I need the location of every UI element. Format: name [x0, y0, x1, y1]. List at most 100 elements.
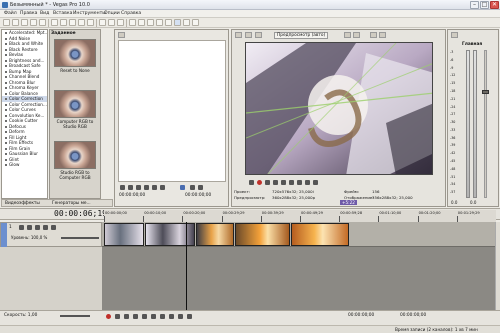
menu-help[interactable]: Справка [121, 11, 141, 16]
solo-icon[interactable] [51, 225, 56, 230]
preset-thumb-computer-to-studio[interactable] [54, 90, 96, 118]
next-frame-icon[interactable] [313, 180, 318, 185]
lock-envelopes-icon[interactable] [147, 19, 154, 26]
transport-play-from-start-icon[interactable] [124, 314, 129, 319]
zoom-tool-icon[interactable] [183, 19, 190, 26]
marker-flag[interactable]: +5:22 [340, 200, 357, 205]
next-frame-icon[interactable] [160, 185, 165, 190]
trimmer-canvas[interactable] [118, 40, 226, 182]
overlays-icon[interactable] [344, 32, 351, 38]
stop-icon[interactable] [144, 185, 149, 190]
prev-frame-icon[interactable] [305, 180, 310, 185]
envelope-tool-icon[interactable] [165, 19, 172, 26]
go-to-start-icon[interactable] [289, 180, 294, 185]
preset-thumb-studio-to-computer[interactable] [54, 141, 96, 169]
preview-play-icon[interactable] [265, 180, 270, 185]
transport-prev-frame-icon[interactable] [178, 314, 183, 319]
track-fx-icon[interactable] [19, 225, 24, 230]
meter-value-left: 0.0 [451, 200, 458, 205]
transport-loop-icon[interactable] [115, 314, 120, 319]
fx-list-item[interactable]: Accelerated: Mpt... [2, 30, 47, 36]
save-snapshot-icon[interactable] [379, 32, 386, 38]
tab-video-fx[interactable]: Видеоэффекты [5, 201, 40, 206]
properties-icon[interactable] [30, 19, 37, 26]
maximize-button[interactable]: □ [480, 1, 489, 9]
menu-file[interactable]: Файл [4, 11, 17, 16]
normal-edit-tool-icon[interactable] [156, 19, 163, 26]
menu-tools[interactable]: Инструменты [73, 11, 106, 16]
composite-mode-icon[interactable] [35, 225, 40, 230]
playhead-cursor[interactable] [186, 222, 187, 310]
preview-pause-icon[interactable] [273, 180, 278, 185]
close-button[interactable]: ✕ [490, 1, 499, 9]
transport-next-frame-icon[interactable] [187, 314, 192, 319]
menu-view[interactable]: Вид [40, 11, 49, 16]
redo-icon[interactable] [108, 19, 115, 26]
video-clip-2[interactable] [145, 223, 195, 246]
video-clip-4[interactable] [235, 223, 290, 246]
prev-frame-icon[interactable] [152, 185, 157, 190]
copy-icon[interactable] [60, 19, 67, 26]
timeline-vertical-scrollbar[interactable] [495, 222, 500, 310]
transport-play-icon[interactable] [133, 314, 138, 319]
go-to-end-icon[interactable] [297, 180, 302, 185]
pause-icon[interactable] [136, 185, 141, 190]
fx-list-item[interactable]: Color Correction [2, 96, 47, 102]
master-fx-icon[interactable] [451, 32, 458, 38]
video-clip-1[interactable] [104, 223, 144, 246]
rate-slider[interactable] [60, 315, 90, 317]
help-icon[interactable] [192, 19, 199, 26]
snap-icon[interactable] [129, 19, 136, 26]
select-icon[interactable] [180, 185, 185, 190]
menu-insert[interactable]: Вставка [53, 11, 72, 16]
tab-media-generators[interactable]: Генераторы ме... [52, 201, 91, 206]
fx-list-item[interactable]: Black and White [2, 41, 47, 47]
transport-record-icon[interactable] [106, 314, 111, 319]
preset-thumb-reset[interactable] [54, 39, 96, 67]
new-project-icon[interactable] [3, 19, 10, 26]
external-monitor-icon[interactable] [245, 32, 252, 38]
insert-icon[interactable] [198, 185, 203, 190]
add-to-timeline-icon[interactable] [190, 185, 195, 190]
master-fader-handle[interactable] [482, 90, 489, 94]
autoripple-icon[interactable] [138, 19, 145, 26]
delete-icon[interactable] [78, 19, 85, 26]
track-level-label: Уровень: 100,0 % [11, 235, 48, 240]
preview-stop-icon[interactable] [281, 180, 286, 185]
transport-pause-icon[interactable] [142, 314, 147, 319]
record-icon[interactable] [257, 180, 262, 185]
mute-icon[interactable] [43, 225, 48, 230]
preview-loop-icon[interactable] [249, 180, 254, 185]
cursor-tool-icon[interactable] [174, 19, 181, 26]
preview-quality-dropdown[interactable]: Предпросмотр (авто) [274, 32, 329, 39]
preview-properties-icon[interactable] [235, 32, 242, 38]
track-level-slider[interactable] [61, 237, 99, 239]
trimmer-menu-icon[interactable] [118, 32, 125, 38]
open-icon[interactable] [12, 19, 19, 26]
video-clip-3[interactable] [196, 223, 234, 246]
undo-icon[interactable] [99, 19, 106, 26]
video-fx-list[interactable]: Accelerated: Mpt... Add Noise Black and Wh… [1, 29, 48, 199]
trim-icon[interactable] [87, 19, 94, 26]
copy-snapshot-icon[interactable] [370, 32, 377, 38]
master-fader-track[interactable] [484, 50, 487, 198]
history-icon[interactable] [117, 19, 124, 26]
split-screen-icon[interactable] [353, 32, 360, 38]
transport-go-end-icon[interactable] [169, 314, 174, 319]
menu-edit[interactable]: Правка [20, 11, 37, 16]
play-icon[interactable] [128, 185, 133, 190]
loop-icon[interactable] [120, 185, 125, 190]
track-motion-icon[interactable] [27, 225, 32, 230]
render-icon[interactable] [39, 19, 46, 26]
transport-stop-icon[interactable] [151, 314, 156, 319]
video-clip-5[interactable] [291, 223, 349, 246]
paste-icon[interactable] [69, 19, 76, 26]
menu-options[interactable]: Опции [104, 11, 120, 16]
cut-icon[interactable] [51, 19, 58, 26]
transport-go-start-icon[interactable] [160, 314, 165, 319]
fx-icon[interactable] [255, 32, 262, 38]
fx-list-item[interactable]: Glow [2, 162, 47, 168]
minimize-button[interactable]: – [470, 1, 479, 9]
save-icon[interactable] [21, 19, 28, 26]
fx-list-item[interactable]: Broadcast Safe [2, 63, 47, 69]
